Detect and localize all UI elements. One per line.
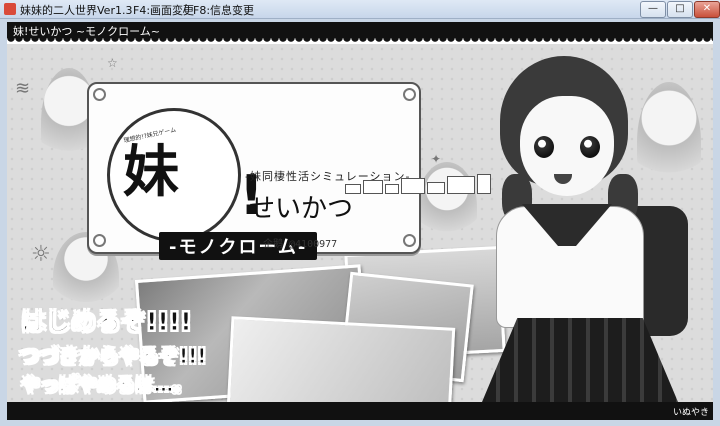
continue-game-button[interactable]: つづきからやるぞ!!! xyxy=(18,340,206,369)
maximize-button[interactable]: □ xyxy=(667,1,693,18)
card-corner-dot xyxy=(403,88,416,101)
title-logo: 理想的!?妹兄ゲーム 妹 ! -妹同棲性活シミュレーション- せいかつ -モノク… xyxy=(87,82,491,260)
quit-game-button[interactable]: やっぱやめるは…。 xyxy=(20,370,192,397)
menu-separator: / xyxy=(183,2,187,15)
app-icon xyxy=(4,3,16,15)
top-banner: 妹!せいかつ ~モノクローム~ xyxy=(7,22,713,38)
artist-signature: いぬやき xyxy=(673,408,710,418)
fishbone-icon: ≋ xyxy=(15,78,31,99)
card-corner-dot xyxy=(403,234,416,247)
qq-contact: 企鹅 @4100977 xyxy=(263,239,338,250)
bottom-banner xyxy=(7,402,713,420)
card-corner-dot xyxy=(93,234,106,247)
card-corner-dot xyxy=(93,88,106,101)
character-eye xyxy=(534,136,554,158)
logo-seikatsu: せいかつ xyxy=(249,194,354,224)
window-title: 妹妹的二人世界Ver1.3 xyxy=(20,4,133,17)
start-game-button[interactable]: はじめるぞ!!!! xyxy=(21,302,193,338)
window-titlebar: 妹妹的二人世界Ver1.3 F4:画面変更 / F8:信息变更 — □ ✕ xyxy=(0,0,720,19)
close-button[interactable]: ✕ xyxy=(694,1,720,18)
minimize-button[interactable]: — xyxy=(640,1,666,18)
menu-info-change[interactable]: F8:信息变更 xyxy=(193,2,254,18)
star-icon: ☆ xyxy=(107,56,118,70)
game-canvas[interactable]: 妹!せいかつ ~モノクローム~ ☆ ≋ ☼ ✦ 理想的!?妹兄ゲーム 妹 ! -… xyxy=(7,22,713,420)
logo-kanji: 妹 xyxy=(123,139,179,205)
building-skyline xyxy=(345,174,491,194)
top-banner-text: 妹!せいかつ ~モノクローム~ xyxy=(13,25,161,38)
sun-icon: ☼ xyxy=(31,242,51,267)
character-eye xyxy=(580,136,600,158)
main-character xyxy=(482,56,708,402)
